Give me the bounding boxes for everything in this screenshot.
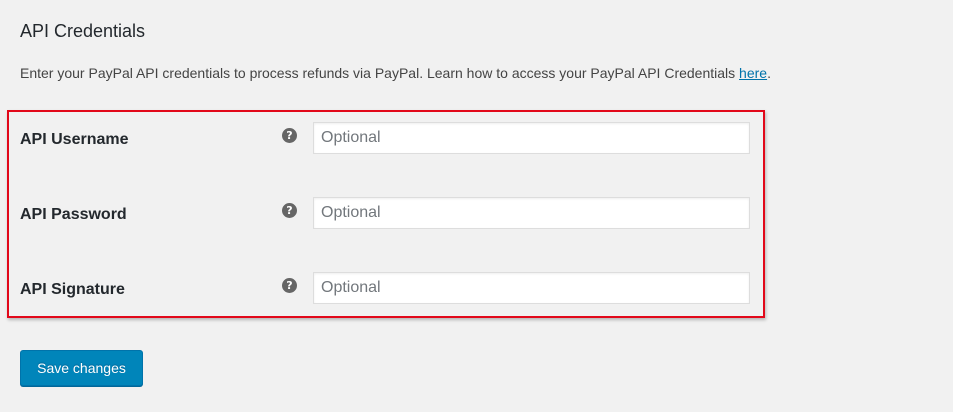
settings-page: API Credentials Enter your PayPal API cr… <box>0 0 953 412</box>
description-text: Enter your PayPal API credentials to pro… <box>20 65 740 81</box>
api-signature-label: API Signature <box>20 281 125 298</box>
section-title: API Credentials <box>20 21 146 41</box>
credentials-help-link[interactable]: here <box>739 65 767 81</box>
api-username-label: API Username <box>20 131 129 148</box>
api-password-label: API Password <box>20 206 127 223</box>
api-signature-input[interactable] <box>313 272 750 304</box>
description-end: . <box>767 65 771 81</box>
api-password-input[interactable] <box>313 197 750 229</box>
help-icon[interactable]: ? <box>282 203 297 218</box>
help-icon[interactable]: ? <box>282 128 297 143</box>
save-changes-button[interactable]: Save changes <box>20 350 143 386</box>
api-password-row: API Password ? <box>0 197 953 231</box>
api-username-input[interactable] <box>313 122 750 154</box>
api-signature-row: API Signature ? <box>0 272 953 306</box>
help-icon[interactable]: ? <box>282 278 297 293</box>
section-description: Enter your PayPal API credentials to pro… <box>20 63 771 83</box>
api-username-row: API Username ? <box>0 122 953 156</box>
